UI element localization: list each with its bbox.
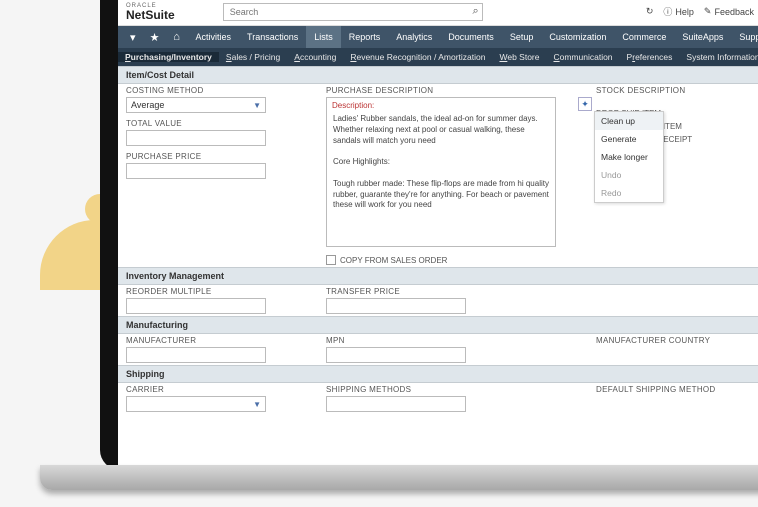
ai-assist-button[interactable]: ✦	[578, 97, 592, 111]
shipping-methods-label: SHIPPING METHODS	[326, 385, 576, 394]
section-item-cost: Item/Cost Detail	[118, 66, 758, 84]
ai-menu-cleanup[interactable]: Clean up	[595, 112, 663, 130]
dropdown-caret-icon: ▼	[253, 400, 261, 409]
nav-reports[interactable]: Reports	[341, 26, 389, 48]
nav-support[interactable]: Support	[731, 26, 758, 48]
mpn-label: MPN	[326, 336, 576, 345]
section-inventory: Inventory Management	[118, 267, 758, 285]
nav-setup[interactable]: Setup	[502, 26, 542, 48]
costing-method-value: Average	[131, 100, 164, 110]
laptop-frame: ORACLE NetSuite ⌕ ↻ ⓘ Help ✎ Feedback ▾ …	[100, 0, 758, 470]
content-area: Item/Cost Detail COSTING METHOD Average …	[118, 66, 758, 414]
desc-inner-label: Description:	[332, 101, 374, 110]
help-link[interactable]: ⓘ Help	[663, 5, 694, 18]
copy-from-so-checkbox[interactable]	[326, 255, 336, 265]
brand-bottom: NetSuite	[126, 9, 175, 21]
nav-star-icon[interactable]: ★	[144, 26, 166, 48]
copy-from-so-label: COPY FROM SALES ORDER	[340, 256, 447, 265]
transfer-price-input[interactable]	[326, 298, 466, 314]
costing-method-select[interactable]: Average ▼	[126, 97, 266, 113]
subnav-sales[interactable]: Sales / Pricing	[219, 52, 287, 62]
top-right-links: ↻ ⓘ Help ✎ Feedback	[646, 5, 754, 18]
ai-assist-menu: Clean up Generate Make longer Undo Redo	[594, 111, 664, 203]
search-wrap: ⌕	[223, 3, 483, 21]
nav-documents[interactable]: Documents	[440, 26, 502, 48]
sub-nav: Purchasing/Inventory Sales / Pricing Acc…	[118, 48, 758, 66]
nav-lists[interactable]: Lists	[306, 26, 341, 48]
total-value-label: TOTAL VALUE	[126, 119, 306, 128]
ai-menu-generate[interactable]: Generate	[595, 130, 663, 148]
ai-menu-redo[interactable]: Redo	[595, 184, 663, 202]
costing-method-label: COSTING METHOD	[126, 86, 306, 95]
ai-menu-undo[interactable]: Undo	[595, 166, 663, 184]
refresh-icon[interactable]: ↻	[646, 6, 654, 17]
stock-desc-label: STOCK DESCRIPTION	[596, 86, 746, 95]
mpn-input[interactable]	[326, 347, 466, 363]
section-manufacturing: Manufacturing	[118, 316, 758, 334]
nav-commerce[interactable]: Commerce	[614, 26, 674, 48]
dropdown-caret-icon: ▼	[253, 101, 261, 110]
nav-transactions[interactable]: Transactions	[239, 26, 306, 48]
manufacturer-input[interactable]	[126, 347, 266, 363]
laptop-base	[40, 465, 758, 490]
purchase-price-label: PURCHASE PRICE	[126, 152, 306, 161]
purchase-price-input[interactable]	[126, 163, 266, 179]
subnav-revenue[interactable]: Revenue Recognition / Amortization	[343, 52, 492, 62]
feedback-link[interactable]: ✎ Feedback	[704, 6, 754, 17]
brand-logo: ORACLE NetSuite	[126, 3, 175, 21]
nav-menu-icon[interactable]: ▾	[122, 26, 144, 48]
search-input[interactable]	[223, 3, 483, 21]
nav-suiteapps[interactable]: SuiteApps	[674, 26, 731, 48]
top-bar: ORACLE NetSuite ⌕ ↻ ⓘ Help ✎ Feedback	[118, 0, 758, 26]
nav-analytics[interactable]: Analytics	[388, 26, 440, 48]
section-shipping: Shipping	[118, 365, 758, 383]
subnav-communication[interactable]: Communication	[546, 52, 619, 62]
manufacturer-label: MANUFACTURER	[126, 336, 306, 345]
reorder-input[interactable]	[126, 298, 266, 314]
main-nav: ▾ ★ ⌂ Activities Transactions Lists Repo…	[118, 26, 758, 48]
app-screen: ORACLE NetSuite ⌕ ↻ ⓘ Help ✎ Feedback ▾ …	[118, 0, 758, 470]
carrier-select[interactable]: ▼	[126, 396, 266, 412]
nav-customization[interactable]: Customization	[541, 26, 614, 48]
middle-column: PURCHASE DESCRIPTION Description: ✦ Clea…	[326, 86, 576, 265]
purchase-desc-label: PURCHASE DESCRIPTION	[326, 86, 576, 95]
subnav-purchasing[interactable]: Purchasing/Inventory	[118, 52, 219, 62]
ai-menu-make-longer[interactable]: Make longer	[595, 148, 663, 166]
shipping-methods-input[interactable]	[326, 396, 466, 412]
subnav-accounting[interactable]: Accounting	[287, 52, 343, 62]
default-shipping-label: DEFAULT SHIPPING METHOD	[596, 385, 746, 394]
transfer-price-label: TRANSFER PRICE	[326, 287, 576, 296]
nav-home-icon[interactable]: ⌂	[166, 26, 188, 48]
total-value-input[interactable]	[126, 130, 266, 146]
search-icon[interactable]: ⌕	[473, 5, 479, 18]
reorder-label: REORDER MULTIPLE	[126, 287, 306, 296]
feedback-label: Feedback	[714, 7, 754, 17]
help-label: Help	[675, 7, 694, 17]
nav-activities[interactable]: Activities	[188, 26, 240, 48]
left-column: COSTING METHOD Average ▼ TOTAL VALUE PUR…	[126, 86, 306, 265]
purchase-desc-textarea[interactable]	[326, 97, 556, 247]
carrier-label: CARRIER	[126, 385, 306, 394]
subnav-preferences[interactable]: Preferences	[620, 52, 680, 62]
subnav-system[interactable]: System Information	[679, 52, 758, 62]
subnav-webstore[interactable]: Web Store	[492, 52, 546, 62]
manufacturer-country-label: MANUFACTURER COUNTRY	[596, 336, 746, 345]
